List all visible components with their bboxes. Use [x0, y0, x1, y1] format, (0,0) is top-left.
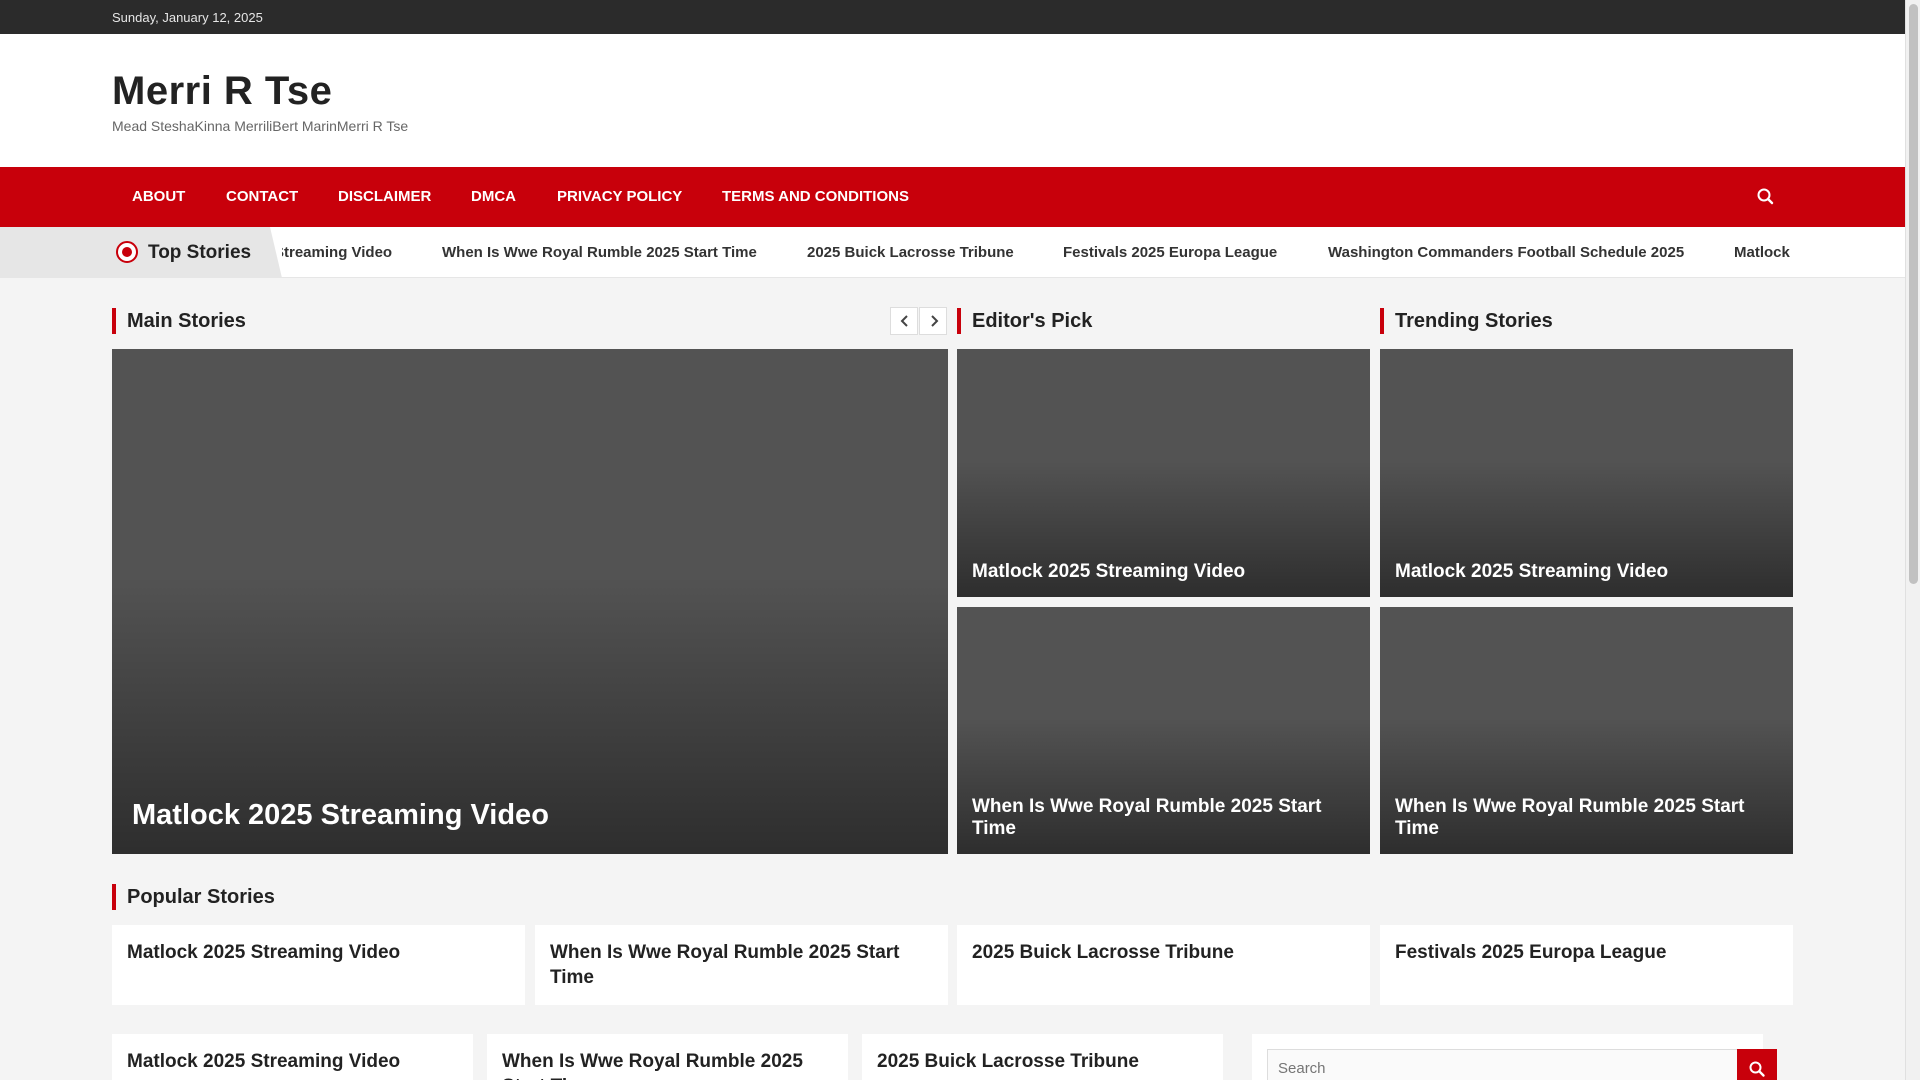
ticker-item[interactable]: 2025 Buick Lacrosse Tribune [807, 244, 1014, 261]
ticker-title: Top Stories [148, 242, 252, 263]
latest-post-title[interactable]: When Is Wwe Royal Rumble 2025 Start Time [502, 1049, 833, 1080]
main-story-card[interactable]: Matlock 2025 Streaming Video [112, 349, 948, 854]
latest-post-card[interactable]: 2025 Buick Lacrosse Tribune [862, 1034, 1223, 1080]
nav-contact[interactable]: CONTACT [226, 188, 298, 205]
popular-stories-title: Popular Stories [112, 884, 275, 910]
current-date: Sunday, January 12, 2025 [112, 10, 263, 25]
popular-story-card[interactable]: Matlock 2025 Streaming Video [112, 925, 525, 1005]
editors-pick-card[interactable]: Matlock 2025 Streaming Video [957, 349, 1370, 597]
trending-stories-title: Trending Stories [1380, 308, 1553, 334]
nav-terms-and-conditions[interactable]: TERMS AND CONDITIONS [722, 188, 909, 205]
site-header: Merri R Tse Mead SteshaKinna MerriliBert… [0, 34, 1905, 167]
main-stories-title: Main Stories [112, 308, 246, 334]
ticker-item[interactable]: When Is Wwe Royal Rumble 2025 Start Time [442, 244, 757, 261]
search-input[interactable] [1267, 1049, 1739, 1080]
popular-story-card[interactable]: Festivals 2025 Europa League [1380, 925, 1793, 1005]
popular-story-title[interactable]: 2025 Buick Lacrosse Tribune [972, 940, 1355, 965]
chevron-right-icon [931, 315, 939, 327]
ticker-item[interactable]: Matlock [1734, 244, 1790, 261]
nav-disclaimer[interactable]: DISCLAIMER [338, 188, 431, 205]
sidebar-search-widget [1252, 1034, 1763, 1080]
ticker-item[interactable]: Washington Commanders Football Schedule … [1328, 244, 1684, 261]
search-icon[interactable] [1754, 185, 1778, 209]
search-submit-button[interactable] [1737, 1049, 1777, 1080]
ticker-track: Streaming Video When Is Wwe Royal Rumble… [282, 227, 1792, 277]
trending-card[interactable]: When Is Wwe Royal Rumble 2025 Start Time [1380, 607, 1793, 854]
trending-card[interactable]: Matlock 2025 Streaming Video [1380, 349, 1793, 597]
ticker-item[interactable]: Streaming Video [282, 244, 392, 261]
ticker-item[interactable]: Festivals 2025 Europa League [1063, 244, 1277, 261]
nav-dmca[interactable]: DMCA [471, 188, 516, 205]
popular-story-title[interactable]: Matlock 2025 Streaming Video [127, 940, 510, 965]
slider-prev-button[interactable] [890, 307, 918, 335]
trending-card-title[interactable]: Matlock 2025 Streaming Video [1395, 561, 1778, 583]
popular-story-title[interactable]: When Is Wwe Royal Rumble 2025 Start Time [550, 940, 933, 990]
top-stories-ticker: Top Stories Streaming Video When Is Wwe … [0, 227, 1905, 278]
chevron-left-icon [900, 315, 908, 327]
site-description: Mead SteshaKinna MerriliBert MarinMerri … [112, 118, 409, 134]
search-icon [1749, 1061, 1765, 1077]
main-navigation: ABOUT CONTACT DISCLAIMER DMCA PRIVACY PO… [0, 167, 1905, 227]
latest-post-title[interactable]: 2025 Buick Lacrosse Tribune [877, 1049, 1208, 1074]
live-dot-icon [116, 241, 138, 263]
site-title[interactable]: Merri R Tse [112, 69, 332, 114]
scrollbar-thumb[interactable] [1909, 4, 1918, 584]
slider-next-button[interactable] [919, 307, 947, 335]
editors-pick-card-title[interactable]: When Is Wwe Royal Rumble 2025 Start Time [972, 796, 1355, 840]
latest-post-title[interactable]: Matlock 2025 Streaming Video [127, 1049, 458, 1074]
top-bar: Sunday, January 12, 2025 [0, 0, 1905, 34]
editors-pick-card[interactable]: When Is Wwe Royal Rumble 2025 Start Time [957, 607, 1370, 854]
main-story-title[interactable]: Matlock 2025 Streaming Video [132, 798, 933, 832]
nav-about[interactable]: ABOUT [132, 188, 185, 205]
popular-story-card[interactable]: When Is Wwe Royal Rumble 2025 Start Time [535, 925, 948, 1005]
latest-post-card[interactable]: Matlock 2025 Streaming Video [112, 1034, 473, 1080]
editors-pick-title: Editor's Pick [957, 308, 1092, 334]
popular-story-card[interactable]: 2025 Buick Lacrosse Tribune [957, 925, 1370, 1005]
editors-pick-card-title[interactable]: Matlock 2025 Streaming Video [972, 561, 1355, 583]
latest-post-card[interactable]: When Is Wwe Royal Rumble 2025 Start Time [487, 1034, 848, 1080]
page-scrollbar[interactable] [1905, 0, 1920, 1080]
popular-story-title[interactable]: Festivals 2025 Europa League [1395, 940, 1778, 965]
trending-card-title[interactable]: When Is Wwe Royal Rumble 2025 Start Time [1395, 796, 1778, 840]
nav-privacy-policy[interactable]: PRIVACY POLICY [557, 188, 682, 205]
